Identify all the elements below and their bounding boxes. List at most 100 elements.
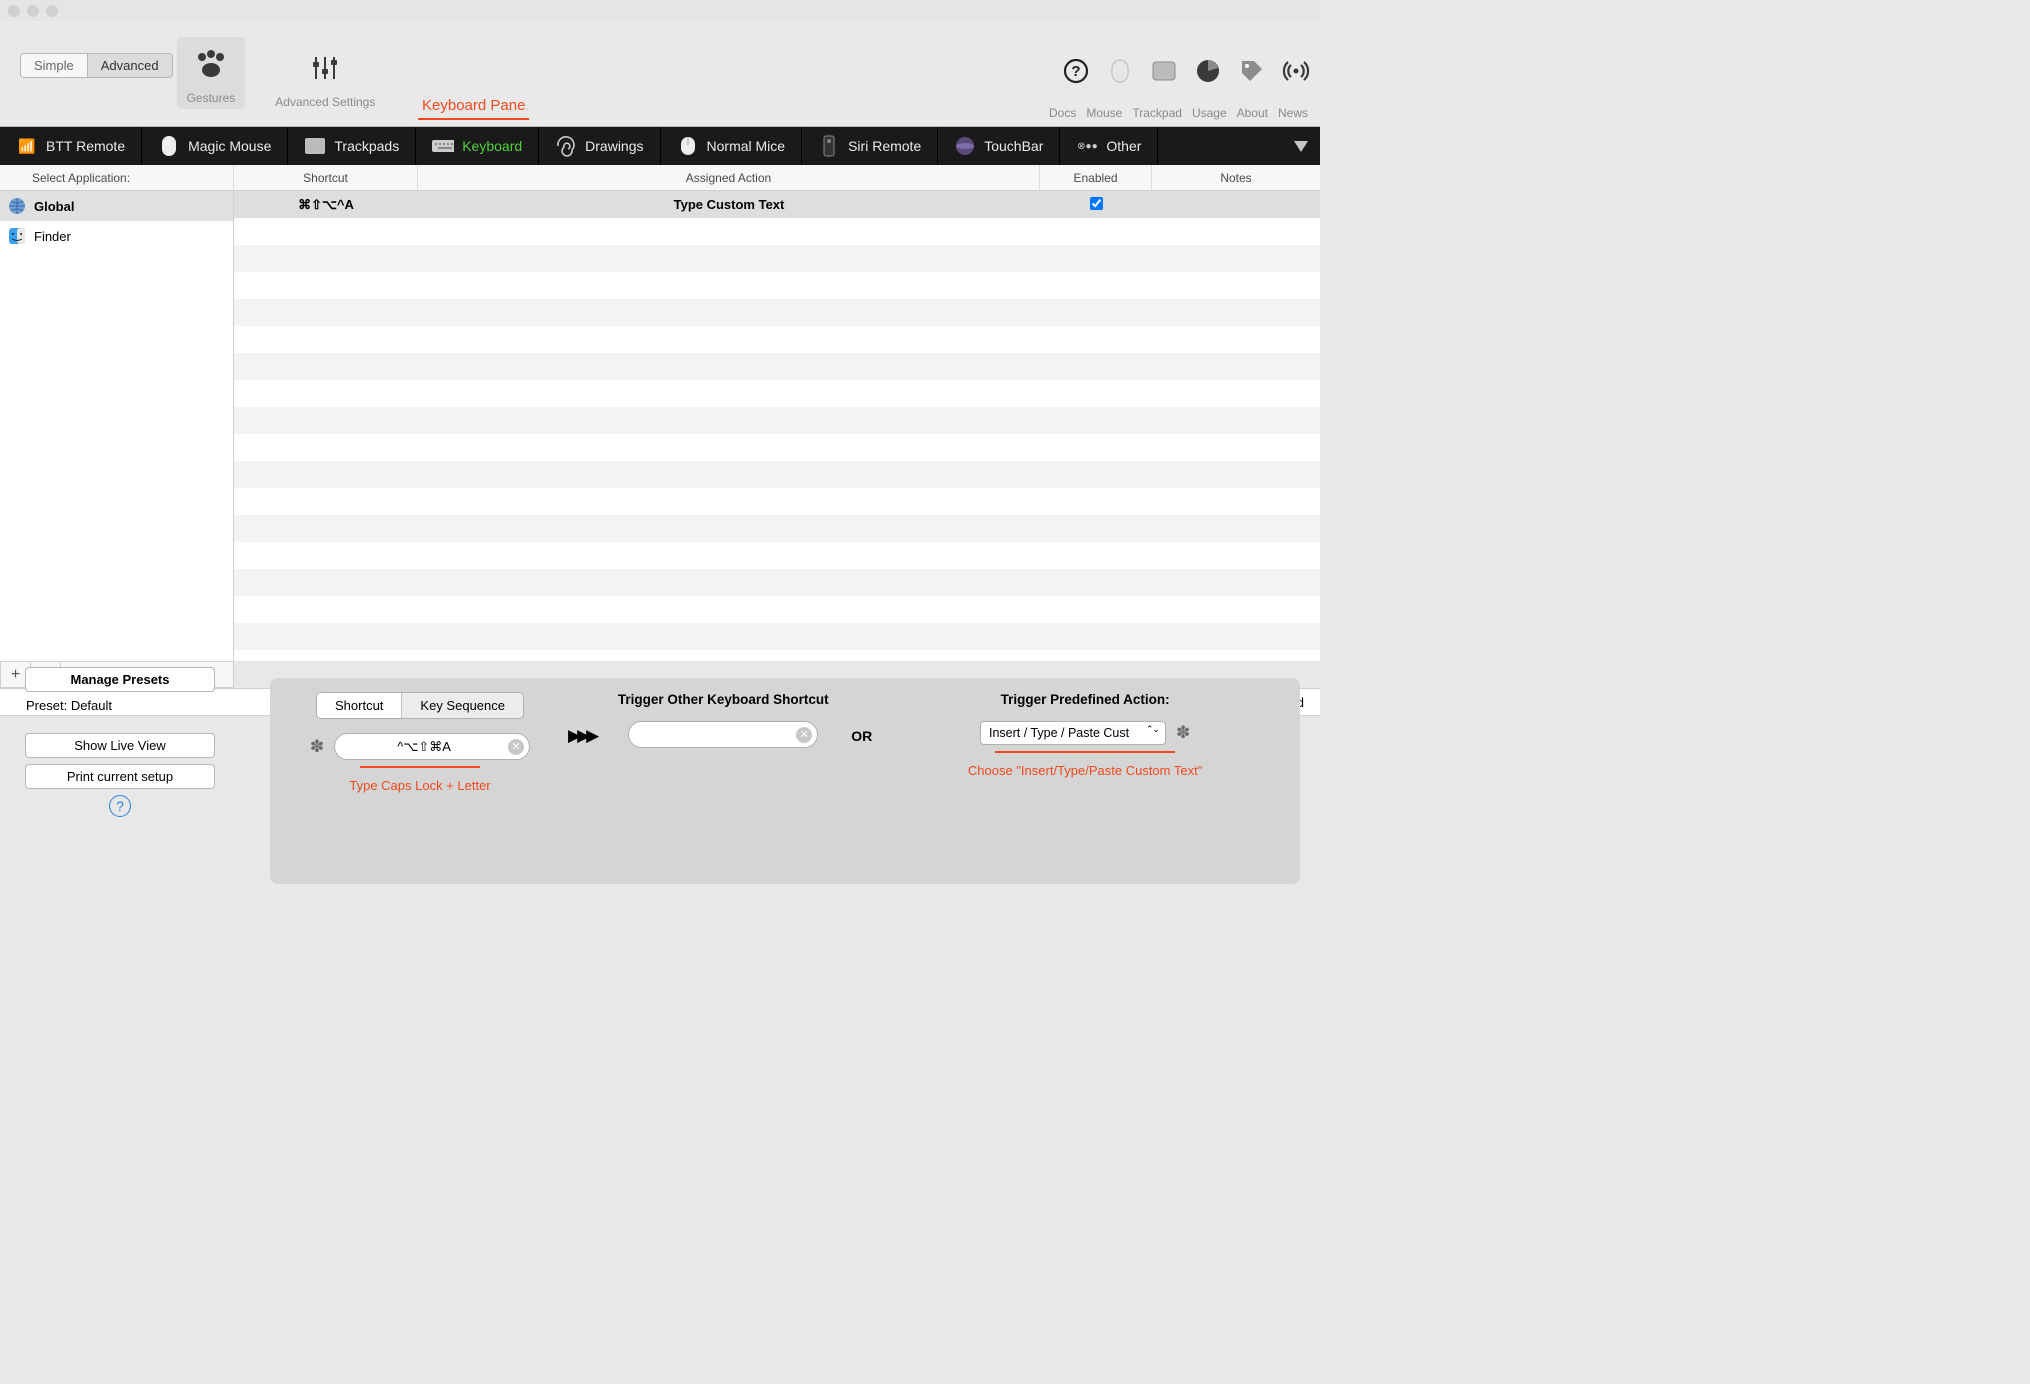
mouse-icon[interactable]: [1106, 57, 1134, 85]
piechart-icon[interactable]: [1194, 57, 1222, 85]
table-row[interactable]: [234, 326, 1320, 353]
table-row[interactable]: [234, 569, 1320, 596]
trackpad-icon[interactable]: [1150, 57, 1178, 85]
toolbar-gestures[interactable]: Gestures: [177, 37, 246, 109]
trigger-other-input-wrap: ✕: [628, 721, 818, 748]
table-row[interactable]: [234, 272, 1320, 299]
or-label: OR: [851, 728, 872, 744]
annotation-caption: Type Caps Lock + Letter: [349, 778, 490, 793]
rl-mouse[interactable]: Mouse: [1086, 106, 1122, 120]
table-row[interactable]: [234, 488, 1320, 515]
col-action[interactable]: Assigned Action: [418, 165, 1040, 190]
help-circle-button[interactable]: ?: [109, 795, 131, 817]
table-row[interactable]: [234, 461, 1320, 488]
finder-icon: [8, 227, 26, 245]
trigger-other-input[interactable]: [628, 721, 818, 748]
table-row[interactable]: [234, 542, 1320, 569]
tab-touchbar[interactable]: TouchBar: [938, 127, 1060, 165]
cell-enabled: [1040, 197, 1152, 213]
app-item-global[interactable]: Global: [0, 191, 233, 221]
table-row[interactable]: [234, 434, 1320, 461]
magicmouse-icon: [158, 135, 180, 157]
tag-icon[interactable]: [1238, 57, 1266, 85]
toolbar: Simple Advanced Gestures Advanced Settin…: [0, 21, 1320, 127]
annotation-underline: [995, 751, 1175, 753]
mode-simple-button[interactable]: Simple: [21, 54, 87, 77]
table-row[interactable]: [234, 623, 1320, 650]
rl-news[interactable]: News: [1278, 106, 1308, 120]
tab-other[interactable]: ⊗●●Other: [1060, 127, 1158, 165]
trigger-other-label: Trigger Other Keyboard Shortcut: [618, 692, 829, 707]
col-notes[interactable]: Notes: [1152, 165, 1320, 190]
rl-usage[interactable]: Usage: [1192, 106, 1227, 120]
seg-keysequence-button[interactable]: Key Sequence: [401, 693, 523, 718]
table-row[interactable]: [234, 596, 1320, 623]
col-app: Select Application:: [0, 165, 234, 190]
predefined-action-select[interactable]: Insert / Type / Paste Cust: [980, 721, 1166, 745]
preset-line: Preset: Default: [26, 698, 220, 713]
traffic-close-icon[interactable]: [8, 5, 20, 17]
tab-keyboard[interactable]: Keyboard: [416, 127, 539, 165]
enabled-checkbox[interactable]: [1090, 197, 1103, 210]
mode-segmented: Simple Advanced: [20, 53, 173, 78]
sliders-icon: [304, 47, 346, 89]
table-row[interactable]: [234, 380, 1320, 407]
seg-shortcut-button[interactable]: Shortcut: [317, 693, 401, 718]
mouse-small-icon: [677, 135, 699, 157]
mode-advanced-button[interactable]: Advanced: [87, 54, 172, 77]
col-enabled[interactable]: Enabled: [1040, 165, 1152, 190]
spiral-icon: [555, 135, 577, 157]
arrows-icon: ▶▶▶: [568, 726, 595, 746]
shortcut-input[interactable]: [334, 733, 530, 760]
toolbar-advsettings-label: Advanced Settings: [275, 95, 375, 109]
help-icon[interactable]: ?: [1062, 57, 1090, 85]
manage-presets-button[interactable]: Manage Presets: [25, 667, 215, 692]
globe-icon: [8, 197, 26, 215]
tab-magic-mouse[interactable]: Magic Mouse: [142, 127, 288, 165]
shortcut-mode-segmented: Shortcut Key Sequence: [316, 692, 524, 719]
rl-about[interactable]: About: [1237, 106, 1268, 120]
app-item-label: Global: [34, 199, 74, 214]
tab-normal-mice[interactable]: Normal Mice: [661, 127, 803, 165]
left-controls: Manage Presets Preset: Default Show Live…: [20, 667, 220, 817]
tab-siri-remote[interactable]: Siri Remote: [802, 127, 938, 165]
device-tabs: 📶BTT Remote Magic Mouse Trackpads Keyboa…: [0, 127, 1320, 165]
remote-icon: [818, 135, 840, 157]
trigger-predefined-label: Trigger Predefined Action:: [1001, 692, 1170, 707]
print-setup-button[interactable]: Print current setup: [25, 764, 215, 789]
svg-text:?: ?: [1071, 63, 1080, 80]
table-row[interactable]: [234, 245, 1320, 272]
table-row[interactable]: [234, 353, 1320, 380]
traffic-min-icon[interactable]: [27, 5, 39, 17]
paw-icon: [190, 43, 232, 85]
predefined-gear-icon[interactable]: ✽: [1176, 723, 1190, 743]
tab-trackpads[interactable]: Trackpads: [288, 127, 416, 165]
table-row[interactable]: [234, 218, 1320, 245]
shortcut-input-wrap: ✕: [334, 733, 530, 760]
cell-shortcut: ⌘⇧⌥^A: [234, 197, 418, 213]
table-row[interactable]: [234, 299, 1320, 326]
show-live-view-button[interactable]: Show Live View: [25, 733, 215, 758]
application-list: Global Finder: [0, 191, 234, 661]
shortcut-gear-icon[interactable]: ✽: [310, 737, 324, 757]
rl-docs[interactable]: Docs: [1049, 106, 1076, 120]
app-item-finder[interactable]: Finder: [0, 221, 233, 251]
clear-trigger-button[interactable]: ✕: [796, 727, 812, 743]
tab-drawings[interactable]: Drawings: [539, 127, 660, 165]
traffic-zoom-icon[interactable]: [46, 5, 58, 17]
tab-btt-remote[interactable]: 📶BTT Remote: [0, 127, 142, 165]
tabs-overflow-button[interactable]: [1282, 127, 1320, 165]
preset-label: Preset:: [26, 698, 67, 713]
rl-trackpad[interactable]: Trackpad: [1132, 106, 1182, 120]
table-row[interactable]: [234, 515, 1320, 542]
preset-value: Default: [71, 698, 112, 713]
pane-annotation: Keyboard Pane: [418, 97, 529, 120]
clear-shortcut-button[interactable]: ✕: [508, 739, 524, 755]
table-row[interactable]: ⌘⇧⌥^A Type Custom Text: [234, 191, 1320, 218]
table-row[interactable]: [234, 407, 1320, 434]
shortcut-table[interactable]: ⌘⇧⌥^A Type Custom Text: [234, 191, 1320, 661]
dots-icon: ⊗●●: [1076, 135, 1098, 157]
col-shortcut[interactable]: Shortcut: [234, 165, 418, 190]
toolbar-advanced-settings[interactable]: Advanced Settings: [275, 47, 375, 109]
broadcast-icon[interactable]: [1282, 57, 1310, 85]
